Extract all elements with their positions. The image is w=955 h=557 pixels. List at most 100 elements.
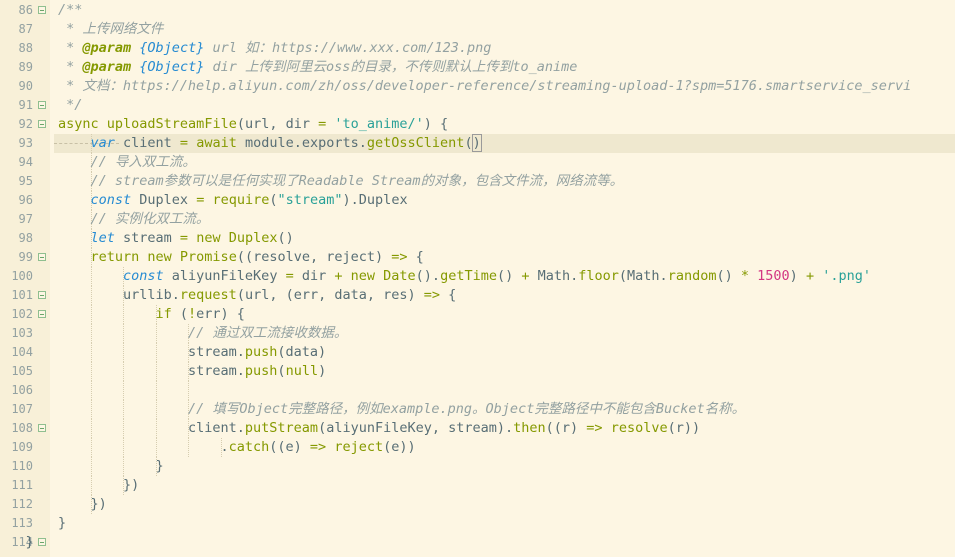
indent-guide	[123, 324, 125, 343]
code-text-area[interactable]: stream.push(null)	[54, 362, 955, 381]
indent-guide	[155, 381, 158, 400]
code-text-area[interactable]: client.putStream(aliyunFileKey, stream).…	[54, 419, 955, 438]
token-plain: ((resolve, reject)	[236, 249, 392, 265]
token-plain: ((e)	[269, 439, 310, 455]
code-line[interactable]: 112})	[0, 495, 955, 514]
code-line[interactable]: 99 return new Promise((resolve, reject) =…	[0, 248, 955, 267]
code-line[interactable]: 93 var client = await module.exports.getO…	[0, 134, 955, 153]
code-text-area[interactable]: // 通过双工流接收数据。	[54, 324, 955, 343]
code-text-area[interactable]: }	[26, 533, 955, 552]
token-plain: (r))	[667, 420, 701, 436]
code-line[interactable]: 88 * @param {Object} url 如：https://www.x…	[0, 39, 955, 58]
token-function: push	[244, 363, 278, 379]
token-plain: (	[464, 135, 473, 151]
code-line[interactable]: 89 * @param {Object} dir 上传到阿里云oss的目录，不传…	[0, 58, 955, 77]
code-text: })	[123, 476, 139, 495]
code-text-area[interactable]: async uploadStreamFile(url, dir = 'to_an…	[54, 115, 955, 134]
code-text-area[interactable]: /**	[54, 1, 955, 20]
code-text-area[interactable]: * @param {Object} url 如：https://www.xxx.…	[54, 39, 955, 58]
code-line[interactable]: 96 const Duplex = require("stream").Duple…	[0, 191, 955, 210]
token-doctype: {Object}	[131, 59, 205, 75]
code-line[interactable]: 102 if (!err) {	[0, 305, 955, 324]
code-text-area[interactable]: * @param {Object} dir 上传到阿里云oss的目录，不传则默认…	[54, 58, 955, 77]
code-line[interactable]: 111})	[0, 476, 955, 495]
code-line[interactable]: 100 const aliyunFileKey = dir + new Date(…	[0, 267, 955, 286]
code-text: async uploadStreamFile(url, dir = 'to_an…	[58, 115, 448, 134]
token-function: getOssClient	[366, 135, 465, 151]
indent-guide	[123, 381, 125, 400]
code-line[interactable]: 86 /**	[0, 1, 955, 20]
fold-toggle-icon[interactable]	[38, 310, 46, 318]
fold-toggle-icon[interactable]	[38, 291, 46, 299]
code-text-area[interactable]: var client = await module.exports.getOss…	[54, 134, 955, 153]
code-text-area[interactable]: })	[54, 476, 955, 495]
token-plain: dir	[293, 268, 335, 284]
code-editor[interactable]: 86/** 87 * 上传网络文件 88 * @param {Object} url…	[0, 0, 955, 557]
token-plain: ((r)	[545, 420, 587, 436]
code-line[interactable]: 101 urllib.request(url, (err, data, res) …	[0, 286, 955, 305]
fold-toggle-icon[interactable]	[38, 101, 46, 109]
code-text-area[interactable]: if (!err) {	[54, 305, 955, 324]
fold-toggle-icon[interactable]	[38, 253, 46, 261]
code-text-area[interactable]: */	[54, 96, 955, 115]
code-line[interactable]: 90 * 文档：https://help.aliyun.com/zh/oss/d…	[0, 77, 955, 96]
code-line[interactable]: 97 // 实例化双工流。	[0, 210, 955, 229]
indent-guide	[123, 305, 125, 324]
line-number: 94	[18, 155, 33, 169]
token-plain: module.exports.	[244, 135, 367, 151]
fold-toggle-icon[interactable]	[38, 6, 46, 14]
code-text-area[interactable]	[54, 381, 955, 400]
code-line[interactable]: 109 .catch((e) => reject(e))	[0, 438, 955, 457]
token-keyword: async	[58, 116, 107, 132]
code-line[interactable]: 105 stream.push(null)	[0, 362, 955, 381]
code-text: // stream参数可以是任何实现了Readable Stream的对象，包含…	[91, 172, 624, 191]
code-line[interactable]: 95 // stream参数可以是任何实现了Readable Stream的对象，…	[0, 172, 955, 191]
token-operator: +	[521, 268, 530, 284]
code-line[interactable]: 98 let stream = new Duplex()	[0, 229, 955, 248]
code-text-area[interactable]: let stream = new Duplex()	[54, 229, 955, 248]
token-comment: * 文档：https://help.aliyun.com/zh/oss/deve…	[58, 78, 912, 94]
token-plain: .	[220, 439, 229, 455]
code-line[interactable]: 108 client.putStream(aliyunFileKey, strea…	[0, 419, 955, 438]
token-function: random	[667, 268, 717, 284]
code-line[interactable]: 94 // 导入双工流。	[0, 153, 955, 172]
code-line[interactable]: 107 // 填写Object完整路径，例如example.png。Object完…	[0, 400, 955, 419]
code-text-area[interactable]: .catch((e) => reject(e))	[54, 438, 955, 457]
code-text-area[interactable]: }	[54, 457, 955, 476]
code-text-area[interactable]: const aliyunFileKey = dir + new Date().g…	[54, 267, 955, 286]
fold-toggle-icon[interactable]	[38, 538, 46, 546]
code-text-area[interactable]: })	[54, 495, 955, 514]
code-text-area[interactable]: * 文档：https://help.aliyun.com/zh/oss/deve…	[54, 77, 955, 96]
token-function: request	[179, 287, 237, 303]
code-text-area[interactable]: // 实例化双工流。	[54, 210, 955, 229]
indent-guide	[90, 381, 93, 400]
token-plain: urllib.	[123, 287, 180, 303]
code-text-area[interactable]: // 填写Object完整路径，例如example.png。Object完整路径…	[54, 400, 955, 419]
fold-toggle-icon[interactable]	[38, 120, 46, 128]
token-operator: =>	[586, 420, 603, 436]
line-number: 89	[18, 60, 33, 74]
code-line[interactable]: 106	[0, 381, 955, 400]
code-line[interactable]: 91 */	[0, 96, 955, 115]
line-number: 90	[18, 79, 33, 93]
code-text-area[interactable]: urllib.request(url, (err, data, res) => …	[54, 286, 955, 305]
code-text-area[interactable]: stream.push(data)	[54, 343, 955, 362]
indent-guide	[155, 438, 158, 457]
code-line[interactable]: 87 * 上传网络文件	[0, 20, 955, 39]
code-line[interactable]: 104 stream.push(data)	[0, 343, 955, 362]
code-text: }	[26, 533, 34, 552]
code-text-area[interactable]: * 上传网络文件	[54, 20, 955, 39]
code-text-area[interactable]: return new Promise((resolve, reject) => …	[54, 248, 955, 267]
code-text-area[interactable]: const Duplex = require("stream").Duplex	[54, 191, 955, 210]
fold-toggle-icon[interactable]	[38, 424, 46, 432]
code-line[interactable]: 110}	[0, 457, 955, 476]
code-text-area[interactable]: // stream参数可以是任何实现了Readable Stream的对象，包含…	[54, 172, 955, 191]
code-line[interactable]: 103 // 通过双工流接收数据。	[0, 324, 955, 343]
code-line[interactable]: 114}	[0, 533, 955, 552]
code-text-area[interactable]: }	[54, 514, 955, 533]
code-line[interactable]: 113}	[0, 514, 955, 533]
code-line[interactable]: 92 async uploadStreamFile(url, dir = 'to_…	[0, 115, 955, 134]
token-function: putStream	[244, 420, 319, 436]
code-text-area[interactable]: // 导入双工流。	[54, 153, 955, 172]
